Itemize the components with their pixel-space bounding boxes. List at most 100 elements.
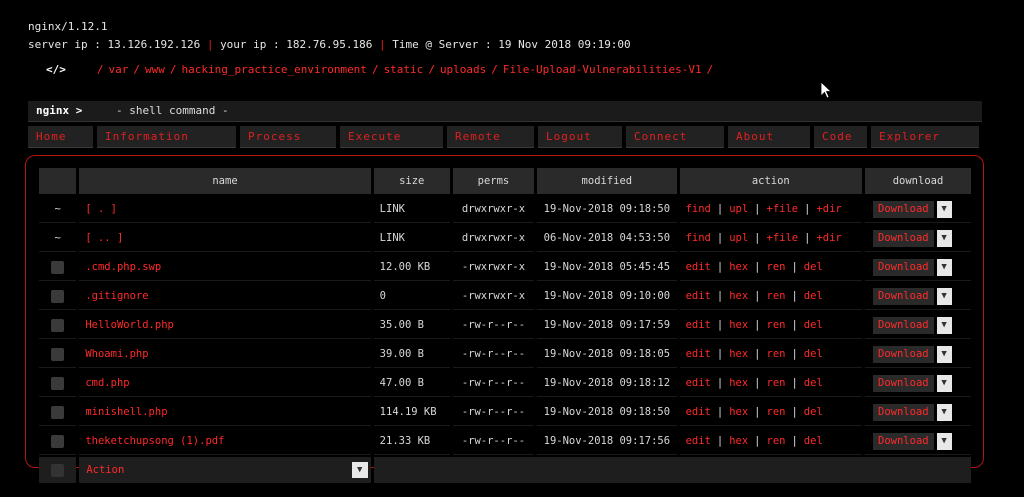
breadcrumb-item-5[interactable]: File-Upload-Vulnerabilities-V1 — [503, 63, 702, 76]
file-perms[interactable]: -rw-r--r-- — [452, 370, 535, 397]
action-ren-link[interactable]: ren — [767, 261, 786, 273]
action-hex-link[interactable]: hex — [729, 348, 748, 360]
action-hex-link[interactable]: hex — [729, 261, 748, 273]
action-ren-link[interactable]: ren — [767, 319, 786, 331]
action-del-link[interactable]: del — [804, 261, 823, 273]
menu-process-button[interactable]: Process — [240, 126, 336, 148]
menu-remote-button[interactable]: Remote — [447, 126, 534, 148]
menu-information-button[interactable]: Information — [97, 126, 236, 148]
menu-about-button[interactable]: About — [728, 126, 810, 148]
file-perms[interactable]: -rwxrwxr-x — [452, 283, 535, 310]
file-name[interactable]: HelloWorld.php — [79, 312, 371, 339]
action-del-link[interactable]: del — [804, 348, 823, 360]
action-ren-link[interactable]: ren — [767, 290, 786, 302]
action-edit-link[interactable]: edit — [686, 406, 711, 418]
action-ren-link[interactable]: ren — [767, 435, 786, 447]
action-del-link[interactable]: del — [804, 406, 823, 418]
action-edit-link[interactable]: edit — [686, 435, 711, 447]
download-button[interactable]: Download — [873, 345, 934, 363]
chevron-down-icon[interactable]: ▼ — [936, 374, 952, 392]
file-name[interactable]: .gitignore — [79, 283, 371, 310]
row-checkbox[interactable] — [51, 405, 65, 419]
row-checkbox[interactable] — [51, 347, 65, 361]
file-name[interactable]: [ .. ] — [79, 225, 371, 252]
action-upl-link[interactable]: upl — [729, 203, 748, 215]
column-header-modified[interactable]: modified — [537, 168, 677, 194]
action-edit-link[interactable]: edit — [686, 377, 711, 389]
file-name[interactable]: Whoami.php — [79, 341, 371, 368]
file-perms[interactable]: -rw-r--r-- — [452, 399, 535, 426]
download-button[interactable]: Download — [873, 229, 934, 247]
action-edit-link[interactable]: edit — [686, 290, 711, 302]
action-ren-link[interactable]: ren — [767, 406, 786, 418]
action-hex-link[interactable]: hex — [729, 435, 748, 447]
action-del-link[interactable]: del — [804, 319, 823, 331]
breadcrumb-item-0[interactable]: var — [109, 63, 129, 76]
menu-explorer-button[interactable]: Explorer — [871, 126, 979, 148]
chevron-down-icon[interactable]: ▼ — [936, 258, 952, 276]
download-button[interactable]: Download — [873, 258, 934, 276]
action-add-dir-link[interactable]: +dir — [816, 203, 841, 215]
download-button[interactable]: Download — [873, 200, 934, 218]
action-upl-link[interactable]: upl — [729, 232, 748, 244]
file-name[interactable]: [ . ] — [79, 196, 371, 223]
breadcrumb-item-4[interactable]: uploads — [440, 63, 486, 76]
file-perms[interactable]: -rw-r--r-- — [452, 341, 535, 368]
action-ren-link[interactable]: ren — [767, 348, 786, 360]
menu-execute-button[interactable]: Execute — [340, 126, 443, 148]
action-hex-link[interactable]: hex — [729, 290, 748, 302]
column-header-size[interactable]: size — [373, 168, 450, 194]
file-perms[interactable]: drwxrwxr-x — [452, 196, 535, 223]
row-checkbox[interactable] — [51, 434, 65, 448]
chevron-down-icon[interactable]: ▼ — [936, 287, 952, 305]
shell-command-input[interactable] — [116, 102, 716, 118]
file-name[interactable]: theketchupsong (1).pdf — [79, 428, 371, 455]
action-hex-link[interactable]: hex — [729, 377, 748, 389]
menu-logout-button[interactable]: Logout — [538, 126, 622, 148]
select-all-checkbox[interactable] — [51, 463, 65, 477]
action-find-link[interactable]: find — [686, 232, 711, 244]
action-add-file-link[interactable]: +file — [767, 232, 799, 244]
chevron-down-icon[interactable]: ▼ — [936, 229, 952, 247]
action-del-link[interactable]: del — [804, 377, 823, 389]
file-perms[interactable]: -rw-r--r-- — [452, 312, 535, 339]
download-button[interactable]: Download — [873, 287, 934, 305]
column-header-perms[interactable]: perms — [452, 168, 535, 194]
file-name[interactable]: cmd.php — [79, 370, 371, 397]
bulk-action-select[interactable]: Action ▼ — [80, 462, 369, 478]
breadcrumb-item-2[interactable]: hacking_practice_environment — [182, 63, 367, 76]
download-button[interactable]: Download — [873, 403, 934, 421]
chevron-down-icon[interactable]: ▼ — [936, 403, 952, 421]
file-perms[interactable]: -rwxrwxr-x — [452, 254, 535, 281]
download-button[interactable]: Download — [873, 432, 934, 450]
row-checkbox[interactable] — [51, 318, 65, 332]
chevron-down-icon[interactable]: ▼ — [936, 316, 952, 334]
chevron-down-icon[interactable]: ▼ — [936, 200, 952, 218]
action-find-link[interactable]: find — [686, 203, 711, 215]
action-hex-link[interactable]: hex — [729, 319, 748, 331]
code-icon[interactable]: </> — [46, 63, 66, 76]
breadcrumb-item-3[interactable]: static — [384, 63, 424, 76]
file-name[interactable]: minishell.php — [79, 399, 371, 426]
action-add-dir-link[interactable]: +dir — [816, 232, 841, 244]
action-del-link[interactable]: del — [804, 290, 823, 302]
action-hex-link[interactable]: hex — [729, 406, 748, 418]
menu-connect-button[interactable]: Connect — [626, 126, 724, 148]
row-checkbox[interactable] — [51, 376, 65, 390]
file-name[interactable]: .cmd.php.swp — [79, 254, 371, 281]
menu-home-button[interactable]: Home — [28, 126, 93, 148]
action-edit-link[interactable]: edit — [686, 261, 711, 273]
action-edit-link[interactable]: edit — [686, 319, 711, 331]
breadcrumb-item-1[interactable]: www — [145, 63, 165, 76]
menu-code-button[interactable]: Code — [814, 126, 867, 148]
row-checkbox[interactable] — [51, 289, 65, 303]
chevron-down-icon[interactable]: ▼ — [936, 345, 952, 363]
file-perms[interactable]: -rw-r--r-- — [452, 428, 535, 455]
row-checkbox[interactable] — [51, 260, 65, 274]
action-edit-link[interactable]: edit — [686, 348, 711, 360]
download-button[interactable]: Download — [873, 316, 934, 334]
action-add-file-link[interactable]: +file — [767, 203, 799, 215]
file-perms[interactable]: drwxrwxr-x — [452, 225, 535, 252]
action-ren-link[interactable]: ren — [767, 377, 786, 389]
chevron-down-icon[interactable]: ▼ — [936, 432, 952, 450]
